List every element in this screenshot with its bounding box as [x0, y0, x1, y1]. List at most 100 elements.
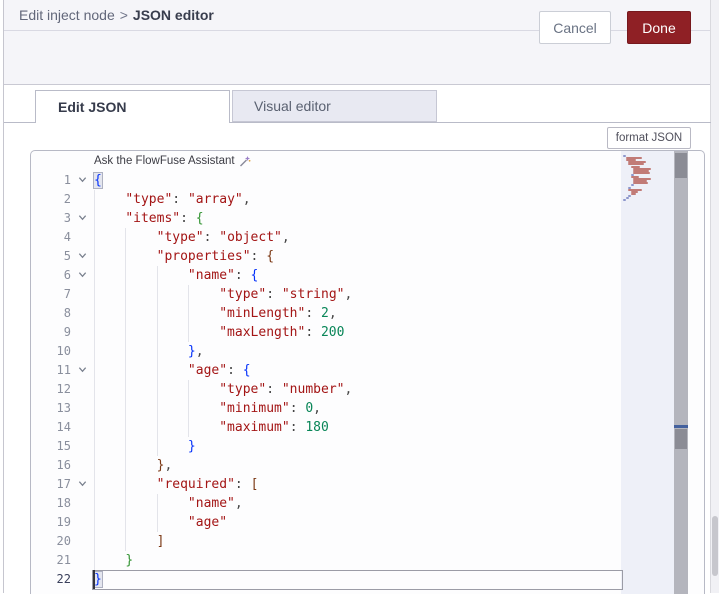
code-text[interactable]: "age": { — [94, 361, 674, 380]
assistant-hint[interactable]: Ask the FlowFuse Assistant — [94, 153, 251, 169]
indent-guide — [125, 513, 127, 532]
code-text[interactable]: "age" — [94, 513, 674, 532]
code-text[interactable]: "minLength": 2, — [94, 304, 674, 323]
code-line[interactable]: 14 "maximum": 180 — [31, 418, 674, 437]
code-line[interactable]: 7 "type": "string", — [31, 285, 674, 304]
code-text[interactable]: "name": { — [94, 266, 674, 285]
tab-edit-json[interactable]: Edit JSON — [35, 90, 230, 123]
code-token: "string" — [281, 287, 345, 302]
line-number: 21 — [56, 553, 71, 567]
indent-guide — [94, 380, 95, 399]
code-line[interactable]: 8 "minLength": 2, — [31, 304, 674, 323]
code-token: } — [187, 344, 196, 359]
indent-guide — [94, 285, 95, 304]
code-line[interactable]: 17 "required": [ — [31, 475, 674, 494]
editor-scrollbar-thumb[interactable] — [675, 153, 687, 178]
indent-guide — [156, 266, 158, 285]
done-button[interactable]: Done — [627, 11, 691, 44]
code-line[interactable]: 21 } — [31, 551, 674, 570]
code-line[interactable]: 20 ] — [31, 532, 674, 551]
indent-guide — [156, 323, 158, 342]
code-line[interactable]: 5 "properties": { — [31, 247, 674, 266]
code-line[interactable]: 12 "type": "number", — [31, 380, 674, 399]
code-token: : — [305, 306, 321, 321]
indent-guide — [125, 342, 127, 361]
code-token: : — [250, 249, 267, 264]
json-code-editor[interactable]: Ask the FlowFuse Assistant 1{2 "type": "… — [30, 150, 705, 594]
line-number: 15 — [56, 439, 71, 453]
indent-guide — [125, 266, 127, 285]
minimap-line-mark — [630, 184, 634, 187]
line-number: 13 — [56, 401, 71, 415]
minimap-line-mark — [623, 199, 626, 202]
minimap-line-mark — [630, 192, 636, 195]
code-text[interactable]: "type": "string", — [94, 285, 674, 304]
minimap[interactable] — [621, 151, 674, 594]
code-text[interactable]: "maxLength": 200 — [94, 323, 674, 342]
page-scrollbar[interactable] — [710, 0, 719, 593]
code-line[interactable]: 4 "type": "object", — [31, 228, 674, 247]
code-text[interactable]: "type": "array", — [94, 190, 674, 209]
code-text[interactable]: "required": [ — [94, 475, 674, 494]
code-token: "minLength" — [219, 306, 306, 321]
code-text[interactable]: ] — [94, 532, 674, 551]
code-line[interactable]: 11 "age": { — [31, 361, 674, 380]
line-number: 18 — [56, 496, 71, 510]
code-line[interactable]: 19 "age" — [31, 513, 674, 532]
fold-chevron-icon[interactable] — [71, 361, 94, 380]
fold-chevron-icon[interactable] — [71, 475, 94, 494]
code-line[interactable]: 10 }, — [31, 342, 674, 361]
code-line[interactable]: 18 "name", — [31, 494, 674, 513]
page-scrollbar-thumb[interactable] — [712, 516, 718, 576]
dialog-left-border — [3, 0, 4, 593]
code-token: : — [289, 420, 306, 435]
code-text[interactable]: "properties": { — [94, 247, 674, 266]
code-text[interactable]: "name", — [94, 494, 674, 513]
code-token: , — [281, 230, 290, 245]
tab-visual-editor[interactable]: Visual editor — [232, 90, 437, 122]
code-line[interactable]: 15 } — [31, 437, 674, 456]
code-line[interactable]: 13 "minimum": 0, — [31, 399, 674, 418]
indent-guide — [94, 532, 95, 551]
code-text[interactable]: "minimum": 0, — [94, 399, 674, 418]
code-token: "maximum" — [219, 420, 290, 435]
code-token: , — [164, 458, 173, 473]
editor-scrollbar-thumb-lower[interactable] — [675, 429, 687, 449]
code-text[interactable]: "maximum": 180 — [94, 418, 674, 437]
line-number: 6 — [63, 268, 71, 282]
fold-chevron-icon[interactable] — [71, 266, 94, 285]
indent-guide — [94, 513, 95, 532]
code-line[interactable]: 9 "maxLength": 200 — [31, 323, 674, 342]
code-token: "minimum" — [219, 401, 290, 416]
code-line[interactable]: 6 "name": { — [31, 266, 674, 285]
code-line[interactable]: 16 }, — [31, 456, 674, 475]
code-text[interactable]: "type": "number", — [94, 380, 674, 399]
fold-chevron-icon[interactable] — [71, 171, 94, 190]
assistant-hint-label: Ask the FlowFuse Assistant — [94, 155, 235, 167]
code-text[interactable]: }, — [94, 342, 674, 361]
indent-guide — [94, 304, 95, 323]
code-line[interactable]: 3 "items": { — [31, 209, 674, 228]
sparkle-pen-icon — [239, 155, 251, 166]
cancel-button[interactable]: Cancel — [539, 11, 611, 44]
fold-chevron-icon[interactable] — [71, 247, 94, 266]
editor-scrollbar[interactable] — [674, 151, 688, 594]
format-json-button[interactable]: format JSON — [607, 127, 691, 149]
code-token: "age" — [187, 363, 228, 378]
code-text[interactable]: }, — [94, 456, 674, 475]
indent-guide — [156, 494, 158, 513]
fold-chevron-icon[interactable] — [71, 209, 94, 228]
indent-guide — [125, 399, 127, 418]
code-text[interactable]: "type": "object", — [94, 228, 674, 247]
code-text[interactable]: } — [94, 551, 674, 570]
code-token: : — [234, 477, 251, 492]
code-text[interactable]: { — [94, 171, 674, 190]
code-text[interactable]: "items": { — [94, 209, 674, 228]
code-line[interactable]: 1{ — [31, 171, 674, 190]
code-line[interactable]: 2 "type": "array", — [31, 190, 674, 209]
code-text[interactable]: } — [94, 437, 674, 456]
